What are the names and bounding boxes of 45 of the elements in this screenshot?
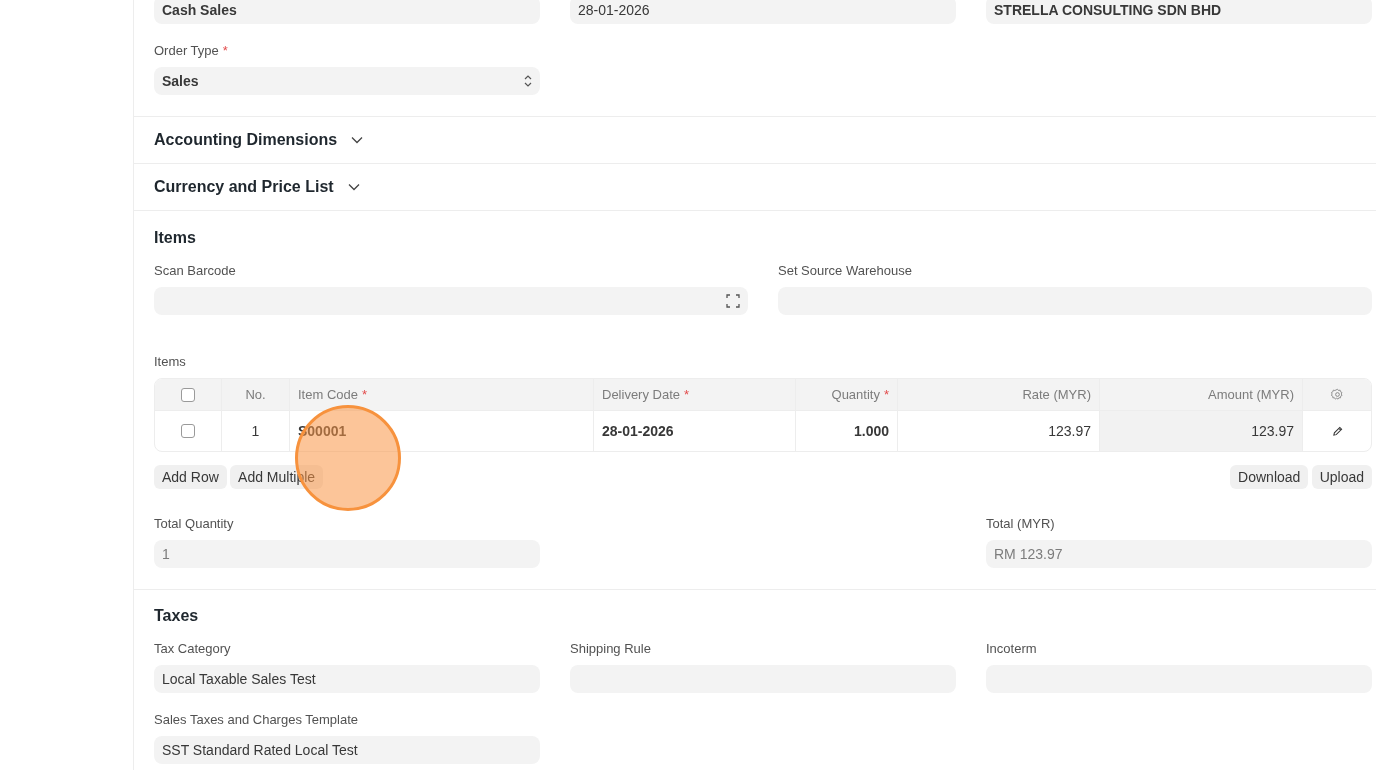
field-label: Incoterm — [986, 641, 1037, 656]
column-header: Amount (MYR) — [1208, 385, 1294, 404]
select-arrows-icon — [524, 75, 532, 87]
section-heading: Taxes — [154, 606, 200, 626]
required-mark: * — [362, 385, 368, 404]
table-cell: 123.97 — [1100, 411, 1303, 451]
table-button[interactable]: Add Row — [154, 465, 227, 489]
table-label: Items — [154, 354, 187, 370]
checkbox[interactable] — [181, 387, 195, 402]
section-heading: Items — [154, 228, 197, 248]
column-header: Quantity — [831, 385, 880, 404]
column-header: Delivery Date — [602, 385, 681, 404]
field-label: Total Quantity — [154, 516, 234, 531]
required-mark: * — [684, 385, 690, 404]
field-label: Sales Taxes and Charges Template — [154, 712, 359, 727]
field-label: Tax Category — [154, 641, 231, 656]
input-field[interactable]: STRELLA CONSULTING SDN BHD — [986, 0, 1372, 24]
checkbox[interactable] — [181, 424, 195, 438]
input-field[interactable]: SST Standard Rated Local Test — [154, 736, 540, 764]
required-mark: * — [222, 43, 228, 58]
chevron-down-icon[interactable] — [347, 183, 360, 191]
chevron-down-icon[interactable] — [351, 136, 364, 144]
edit-icon[interactable] — [1331, 425, 1343, 437]
column-header: Rate (MYR) — [1022, 385, 1091, 404]
input-field[interactable]: Cash Sales — [154, 0, 540, 24]
field-label: Total (MYR) — [986, 516, 1055, 531]
field-label: Scan Barcode — [154, 263, 236, 278]
settings-icon[interactable] — [1330, 388, 1344, 401]
select-field[interactable]: Sales — [154, 67, 540, 95]
input-field[interactable] — [154, 287, 748, 315]
input-field[interactable]: 1 — [154, 540, 540, 568]
input-field[interactable]: Local Taxable Sales Test — [154, 665, 540, 693]
column-header: Item Code — [298, 385, 358, 404]
table-button[interactable]: Upload — [1311, 465, 1372, 489]
field-label: Shipping Rule — [570, 641, 651, 656]
table-button[interactable]: Download — [1230, 465, 1309, 489]
scan-icon[interactable] — [726, 294, 740, 308]
column-header: No. — [245, 385, 266, 404]
input-field[interactable]: 28-01-2026 — [570, 0, 956, 24]
field-label: Order Type — [154, 43, 219, 58]
field-label: Set Source Warehouse — [778, 263, 912, 278]
required-mark: * — [883, 385, 889, 404]
section-heading[interactable]: Accounting Dimensions — [154, 128, 338, 152]
input-field[interactable]: RM 123.97 — [986, 540, 1372, 568]
section-heading[interactable]: Currency and Price List — [154, 175, 334, 199]
